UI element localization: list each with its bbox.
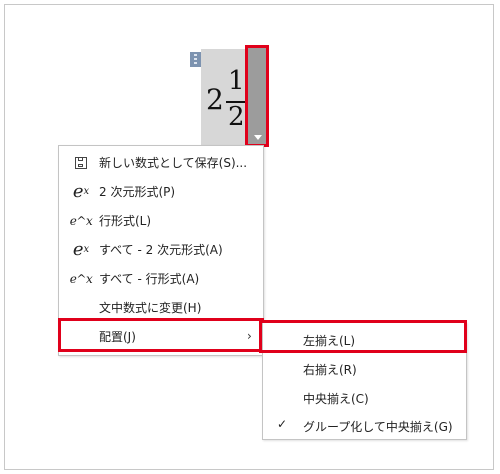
- linear-format-icon: e^x: [69, 213, 93, 228]
- menu-item-label: 新しい数式として保存(S)...: [99, 156, 248, 170]
- menu-item-label: すべて - 行形式(A): [99, 272, 200, 286]
- menu-item-professional[interactable]: ex 2 次元形式(P): [59, 177, 263, 206]
- highlight-equation-tab: [245, 45, 269, 147]
- equation-denominator: 2: [228, 102, 245, 132]
- menu-item-label: 文中数式に変更(H): [99, 301, 202, 315]
- equation-integer: 2: [206, 83, 224, 116]
- menu-item-linear[interactable]: e^x 行形式(L): [59, 206, 263, 235]
- professional-format-all-icon: ex: [72, 239, 90, 260]
- highlight-justification-item: [58, 318, 264, 352]
- linear-format-all-icon: e^x: [69, 271, 93, 286]
- highlight-left-align-item: [259, 320, 467, 353]
- submenu-item-centered-as-group[interactable]: ✓ グループ化して中央揃え(G): [263, 411, 466, 439]
- submenu-item-right[interactable]: 右揃え(R): [263, 354, 466, 382]
- submenu-item-label: グループ化して中央揃え(G): [303, 420, 453, 434]
- menu-item-save-as-new-equation[interactable]: 新しい数式として保存(S)...: [59, 148, 263, 177]
- equation-numerator: 1: [228, 66, 245, 96]
- check-icon: ✓: [277, 417, 288, 431]
- menu-item-all-linear[interactable]: e^x すべて - 行形式(A): [59, 264, 263, 293]
- menu-item-label: 行形式(L): [99, 214, 152, 228]
- submenu-item-label: 中央揃え(C): [303, 392, 369, 406]
- menu-item-all-professional[interactable]: ex すべて - 2 次元形式(A): [59, 235, 263, 264]
- professional-format-icon: ex: [72, 181, 90, 202]
- menu-item-label: 2 次元形式(P): [99, 185, 176, 199]
- submenu-item-label: 右揃え(R): [303, 363, 357, 377]
- menu-item-label: すべて - 2 次元形式(A): [99, 243, 223, 257]
- save-icon: [69, 148, 93, 177]
- submenu-item-center[interactable]: 中央揃え(C): [263, 383, 466, 411]
- equation-drag-handle[interactable]: [190, 52, 201, 67]
